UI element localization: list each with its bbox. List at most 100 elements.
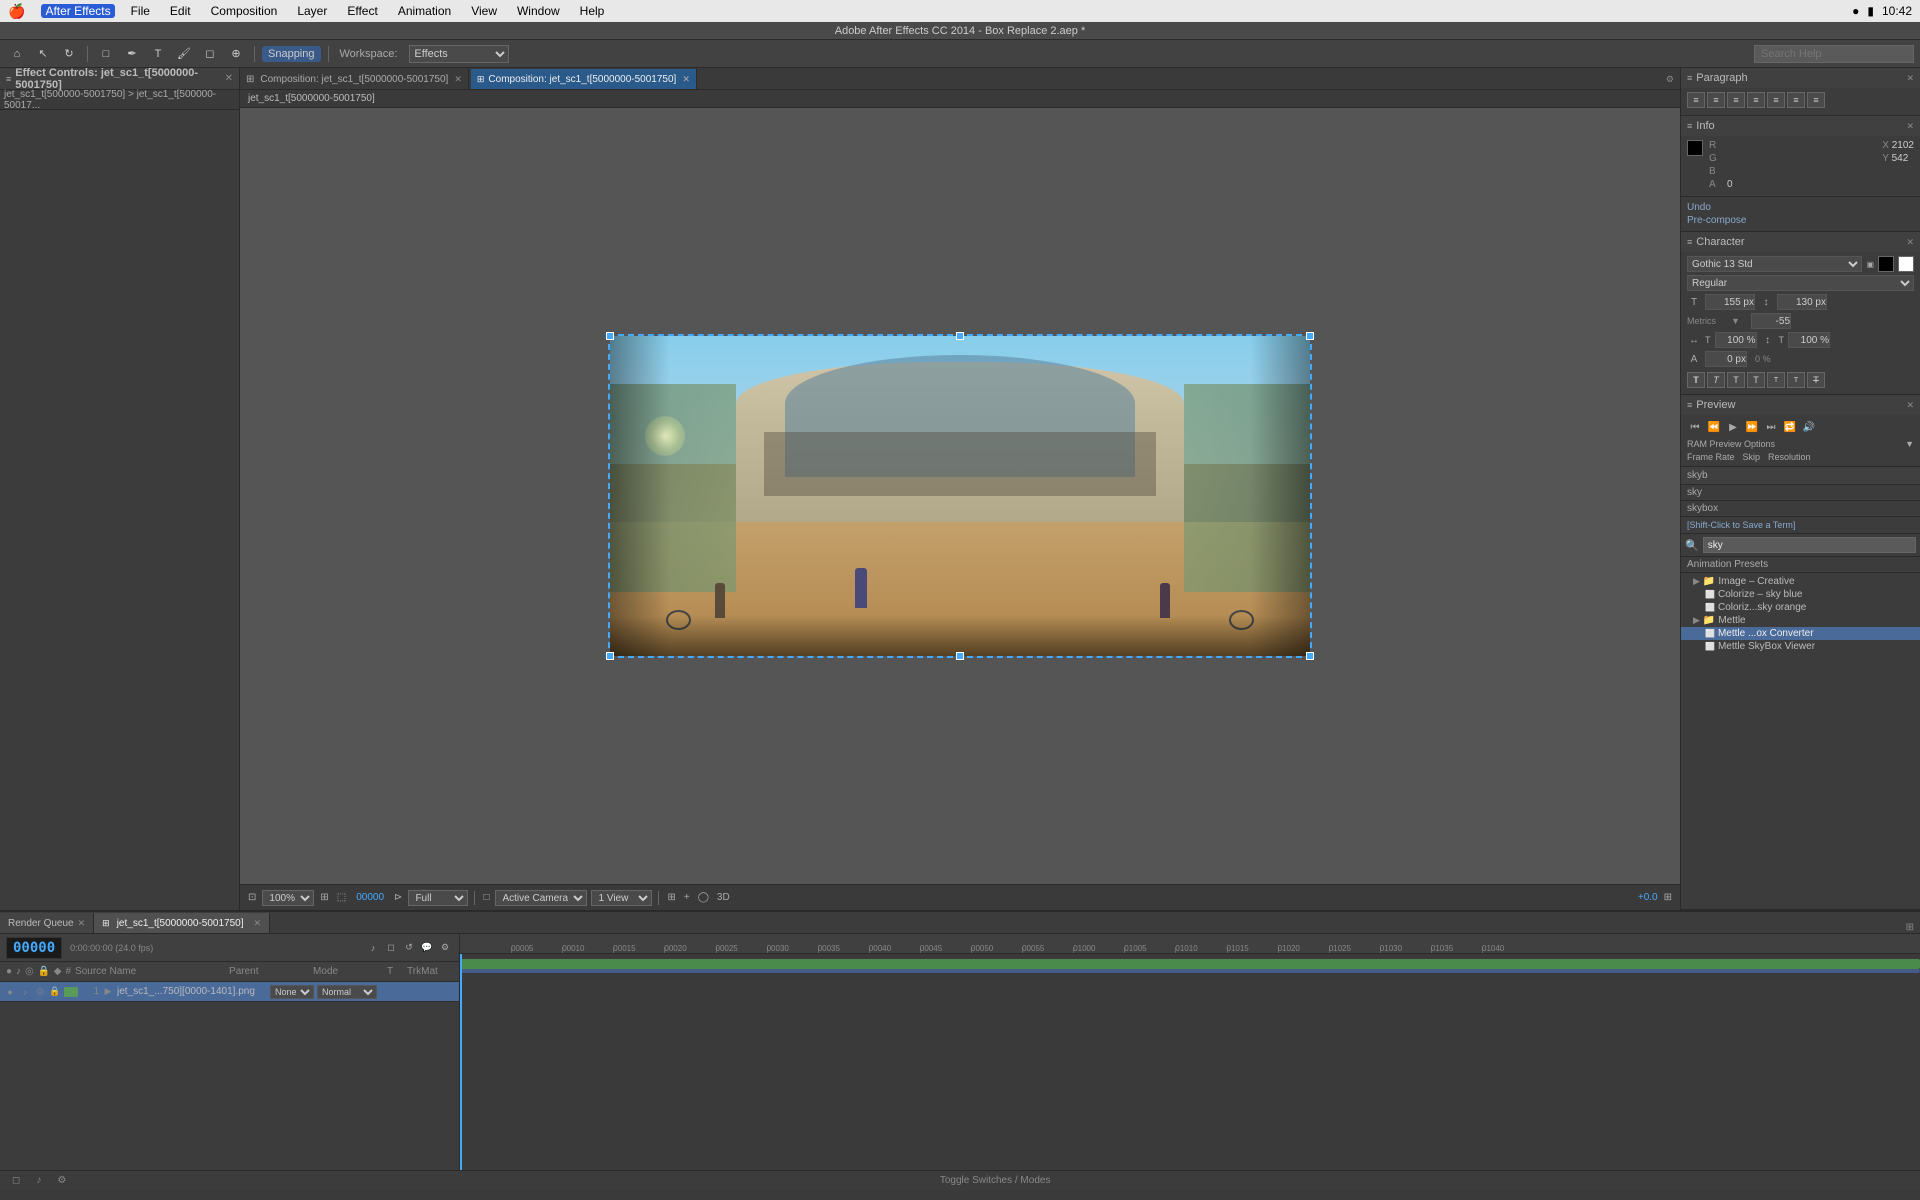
pen-tool[interactable]: ✒	[121, 44, 143, 64]
tl-comment-btn[interactable]: 💬	[419, 940, 435, 956]
preview-menu-icon[interactable]: ≡	[1687, 400, 1692, 410]
camera-select[interactable]: Active Camera Camera 1 Top Front	[495, 890, 587, 906]
puppet-tool[interactable]: ⊕	[225, 44, 247, 64]
home-btn[interactable]: ⌂	[6, 44, 28, 64]
bold-btn[interactable]: T	[1687, 372, 1705, 388]
super-btn[interactable]: T	[1767, 372, 1785, 388]
undo-link[interactable]: Undo	[1687, 201, 1914, 214]
ram-label[interactable]: RAM Preview Options	[1687, 439, 1775, 449]
precompose-link[interactable]: Pre-compose	[1687, 214, 1914, 227]
info-close[interactable]: ✕	[1906, 121, 1914, 132]
caps-btn[interactable]: T	[1727, 372, 1745, 388]
folder-image-creative[interactable]: ▶ 📁 Image – Creative	[1681, 575, 1920, 588]
layer-solo-btn[interactable]: ◎	[34, 986, 46, 998]
justify-btn[interactable]: ≡	[1747, 92, 1765, 108]
track-bar-audio[interactable]	[460, 969, 1920, 973]
sub-btn[interactable]: T	[1787, 372, 1805, 388]
preview-close[interactable]: ✕	[1906, 400, 1914, 411]
layer-row-1[interactable]: ● ♪ ◎ 🔒 1 ▶ jet_sc1_...750][0000-1401].p…	[0, 982, 459, 1002]
step-fwd-btn[interactable]: ⏩	[1744, 419, 1760, 435]
layer-audio-btn[interactable]: ♪	[19, 986, 31, 998]
snap-btn[interactable]: ⊞	[318, 892, 330, 903]
leading-input[interactable]	[1777, 294, 1827, 310]
tl-loop-btn[interactable]: ↺	[401, 940, 417, 956]
justify-force-btn[interactable]: ≡	[1807, 92, 1825, 108]
app-menu[interactable]: After Effects	[41, 4, 114, 18]
brush-tool[interactable]: 🖌	[173, 44, 195, 64]
grid-btn[interactable]: ⊞	[665, 892, 677, 903]
scale-h-input[interactable]	[1715, 332, 1757, 348]
file-menu[interactable]: File	[127, 4, 154, 18]
loop-btn[interactable]: 🔁	[1782, 419, 1798, 435]
track-bar-1[interactable]	[460, 959, 1920, 969]
mask-btn[interactable]: ◯	[696, 892, 711, 903]
sky-option-1[interactable]: skyb	[1687, 470, 1708, 481]
always-preview-btn[interactable]: ⊡	[246, 892, 258, 903]
tl-settings-btn[interactable]: ⚙	[437, 940, 453, 956]
comp-settings-btn[interactable]: ⚙	[1666, 74, 1674, 85]
quality-select[interactable]: Full Half Quarter	[408, 890, 468, 906]
folder-mettle[interactable]: ▶ 📁 Mettle	[1681, 614, 1920, 627]
layer-menu[interactable]: Layer	[293, 4, 331, 18]
animation-menu[interactable]: Animation	[394, 4, 455, 18]
panel-menu-icon[interactable]: ≡	[6, 74, 11, 84]
go-end-btn[interactable]: ⏭	[1763, 419, 1779, 435]
search-help-input[interactable]	[1754, 45, 1914, 63]
search-magnifier-btn[interactable]: 🔍	[1685, 539, 1699, 552]
text-tool[interactable]: T	[147, 44, 169, 64]
paragraph-close[interactable]: ✕	[1906, 73, 1914, 84]
info-color-swatch[interactable]	[1687, 140, 1703, 156]
info-menu-icon[interactable]: ≡	[1687, 121, 1692, 131]
play-btn[interactable]: ▶	[1725, 419, 1741, 435]
paragraph-header[interactable]: ≡ Paragraph ✕	[1681, 68, 1920, 88]
guide-btn[interactable]: +	[682, 892, 692, 903]
comp-timeline-tab[interactable]: ⊞ jet_sc1_t[5000000-5001750] ✕	[94, 913, 270, 933]
zoom-select[interactable]: 100% 50% 200% Fit	[262, 890, 314, 906]
view-select[interactable]: 1 View 2 Views 4 Views	[591, 890, 652, 906]
rotation-tool[interactable]: ↻	[58, 44, 80, 64]
tl-playhead[interactable]	[460, 954, 462, 1170]
layer-parent-select[interactable]: None	[270, 985, 314, 999]
font-size-input[interactable]	[1705, 294, 1755, 310]
character-close[interactable]: ✕	[1906, 237, 1914, 248]
tl-timecode[interactable]: 00000	[6, 937, 62, 959]
comp-tab2[interactable]: Composition: jet_sc1_t[5000000-5001750]	[488, 74, 676, 85]
shape-tool[interactable]: □	[95, 44, 117, 64]
shift-click-hint[interactable]: [Shift-Click to Save a Term]	[1681, 517, 1920, 534]
small-caps-btn[interactable]: T	[1747, 372, 1765, 388]
italic-btn[interactable]: T	[1707, 372, 1725, 388]
effect-menu[interactable]: Effect	[343, 4, 381, 18]
layer-vis-btn[interactable]: ●	[4, 986, 16, 998]
tl-draft-btn[interactable]: ◻	[383, 940, 399, 956]
tl-expand-btn[interactable]: ⊞	[1900, 922, 1920, 933]
comp-tab1-close[interactable]: ✕	[454, 74, 462, 85]
align-center-btn[interactable]: ≡	[1707, 92, 1725, 108]
edit-menu[interactable]: Edit	[166, 4, 195, 18]
char-menu-icon[interactable]: ≡	[1687, 237, 1692, 247]
ram-dropdown[interactable]: ▼	[1905, 439, 1914, 449]
layer-expand-btn[interactable]: ▶	[102, 986, 114, 998]
render-queue-tab[interactable]: Render Queue ✕	[0, 913, 94, 933]
strikethrough-btn[interactable]: T	[1807, 372, 1825, 388]
step-back-btn[interactable]: ⏪	[1706, 419, 1722, 435]
align-left-btn[interactable]: ≡	[1687, 92, 1705, 108]
3d-btn[interactable]: 3D	[715, 892, 732, 903]
view-menu[interactable]: View	[467, 4, 501, 18]
mute-btn[interactable]: 🔊	[1801, 419, 1817, 435]
toggle-switches-label[interactable]: Toggle Switches / Modes	[940, 1175, 1051, 1186]
para-menu-icon[interactable]: ≡	[1687, 73, 1692, 83]
region-btn[interactable]: ⬚	[335, 892, 348, 903]
layer-switch-btn[interactable]: ◻	[8, 1175, 24, 1186]
font-select[interactable]: Gothic 13 Std	[1687, 256, 1862, 272]
tl-audio-btn[interactable]: ♪	[365, 940, 381, 956]
expand-timeline-icon[interactable]: ⊞	[1906, 922, 1914, 933]
sky-option-3[interactable]: skybox	[1687, 503, 1718, 514]
go-start-btn[interactable]: ⏮	[1687, 419, 1703, 435]
effect-controls-close[interactable]: ✕	[225, 73, 233, 84]
font-style-select[interactable]: Regular Bold Italic	[1687, 275, 1914, 291]
justify-right-btn[interactable]: ≡	[1787, 92, 1805, 108]
eraser-tool[interactable]: ◻	[199, 44, 221, 64]
tl-ruler[interactable]: 00005 00010 00015 00020 00025 00030 0003…	[460, 934, 1920, 954]
file-colorize-blue[interactable]: ⬜ Colorize – sky blue	[1681, 588, 1920, 601]
preset-search-input[interactable]	[1703, 537, 1916, 553]
